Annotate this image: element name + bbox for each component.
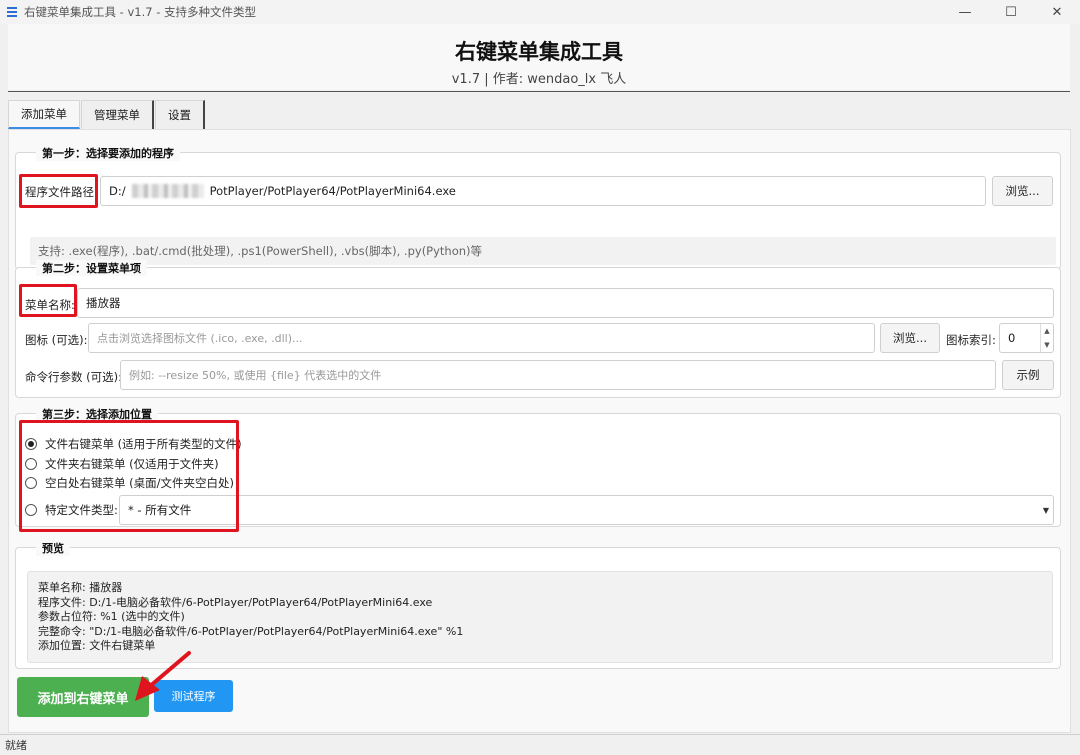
preview-line: 菜单名称: 播放器 xyxy=(38,581,123,594)
tab-add-menu[interactable]: 添加菜单 xyxy=(8,100,80,129)
example-button[interactable]: 示例 xyxy=(1002,360,1054,390)
title-bar: 右键菜单集成工具 - v1.7 - 支持多种文件类型 — ☐ ✕ xyxy=(0,0,1080,24)
file-type-select[interactable]: * - 所有文件 ▼ xyxy=(119,495,1054,525)
stepper-arrows[interactable]: ▲ ▼ xyxy=(1040,324,1053,352)
radio-background-menu-label: 空白处右键菜单 (桌面/文件夹空白处) xyxy=(45,476,235,490)
preview-line: 程序文件: D:/1-电脑必备软件/6-PotPlayer/PotPlayer6… xyxy=(38,595,433,609)
radio-button[interactable] xyxy=(25,458,37,470)
icon-index-stepper[interactable]: 0 ▲ ▼ xyxy=(999,323,1054,353)
radio-button-checked[interactable] xyxy=(25,438,37,450)
radio-specific-type-label: 特定文件类型: xyxy=(45,503,118,517)
radio-background-menu[interactable]: 空白处右键菜单 (桌面/文件夹空白处) xyxy=(25,475,234,491)
page-subtitle: v1.7 | 作者: wendao_lx 飞人 xyxy=(451,72,627,87)
radio-button[interactable] xyxy=(25,504,37,516)
chevron-down-icon[interactable]: ▼ xyxy=(1044,341,1049,349)
app-header: 右键菜单集成工具 v1.7 | 作者: wendao_lx 飞人 xyxy=(8,24,1070,90)
path-prefix: D:/ xyxy=(109,184,126,198)
step2-group: 第二步：设置菜单项 菜单名称: 播放器 图标 (可选): 点击浏览选择图标文件 … xyxy=(15,260,1061,398)
redacted-path-segment xyxy=(131,184,204,198)
menu-name-label: 菜单名称: xyxy=(25,298,75,312)
tab-bar: 添加菜单 管理菜单 设置 xyxy=(8,100,206,129)
path-label: 程序文件路径: xyxy=(25,185,98,199)
supported-types-hint: 支持: .exe(程序), .bat/.cmd(批处理), .ps1(Power… xyxy=(30,237,1056,265)
chevron-down-icon: ▼ xyxy=(1042,506,1049,515)
minimize-icon: — xyxy=(958,4,972,20)
radio-specific-type[interactable]: 特定文件类型: xyxy=(25,502,118,518)
radio-file-menu[interactable]: 文件右键菜单 (适用于所有类型的文件) xyxy=(25,436,242,452)
icon-path-input[interactable]: 点击浏览选择图标文件 (.ico, .exe, .dll)... xyxy=(88,323,875,353)
add-to-context-menu-button[interactable]: 添加到右键菜单 xyxy=(17,677,149,717)
window-title: 右键菜单集成工具 - v1.7 - 支持多种文件类型 xyxy=(24,5,257,19)
status-text: 就绪 xyxy=(5,739,27,752)
menu-icon xyxy=(7,7,17,17)
tab-settings[interactable]: 设置 xyxy=(155,100,205,129)
preview-line: 添加位置: 文件右键菜单 xyxy=(38,639,156,652)
args-label: 命令行参数 (可选): xyxy=(25,370,123,384)
chevron-up-icon[interactable]: ▲ xyxy=(1044,327,1049,335)
close-icon: ✕ xyxy=(1051,4,1063,20)
path-input[interactable]: D:/ PotPlayer/PotPlayer64/PotPlayerMini6… xyxy=(100,176,986,206)
close-button[interactable]: ✕ xyxy=(1034,0,1080,24)
minimize-button[interactable]: — xyxy=(942,0,988,24)
browse-icon-button[interactable]: 浏览... xyxy=(880,323,940,353)
step3-legend: 第三步：选择添加位置 xyxy=(36,406,158,422)
preview-line: 参数占位符: %1 (选中的文件) xyxy=(38,610,185,623)
path-suffix: PotPlayer/PotPlayer64/PotPlayerMini64.ex… xyxy=(209,184,456,198)
icon-label: 图标 (可选): xyxy=(25,333,88,347)
args-input[interactable]: 例如: --resize 50%, 或使用 {file} 代表选中的文件 xyxy=(120,360,996,390)
maximize-button[interactable]: ☐ xyxy=(988,0,1034,24)
step1-legend: 第一步：选择要添加的程序 xyxy=(36,145,180,161)
step1-group: 第一步：选择要添加的程序 程序文件路径: D:/ PotPlayer/PotPl… xyxy=(15,145,1061,270)
preview-legend: 预览 xyxy=(36,540,70,556)
header-divider xyxy=(8,91,1070,92)
preview-group: 预览 菜单名称: 播放器 程序文件: D:/1-电脑必备软件/6-PotPlay… xyxy=(15,540,1061,669)
icon-index-label: 图标索引: xyxy=(946,333,996,347)
page-title: 右键菜单集成工具 xyxy=(455,40,623,64)
radio-file-menu-label: 文件右键菜单 (适用于所有类型的文件) xyxy=(45,437,242,451)
step3-group: 第三步：选择添加位置 文件右键菜单 (适用于所有类型的文件) 文件夹右键菜单 (… xyxy=(15,406,1061,527)
preview-line: 完整命令: "D:/1-电脑必备软件/6-PotPlayer/PotPlayer… xyxy=(38,624,464,638)
preview-text: 菜单名称: 播放器 程序文件: D:/1-电脑必备软件/6-PotPlayer/… xyxy=(27,571,1053,663)
icon-index-value: 0 xyxy=(1008,331,1016,345)
tab-manage-menu[interactable]: 管理菜单 xyxy=(81,100,154,129)
status-bar: 就绪 xyxy=(0,734,1080,755)
radio-folder-menu[interactable]: 文件夹右键菜单 (仅适用于文件夹) xyxy=(25,456,219,472)
browse-program-button[interactable]: 浏览... xyxy=(992,176,1053,206)
test-program-button[interactable]: 测试程序 xyxy=(154,680,233,712)
maximize-icon: ☐ xyxy=(1005,4,1017,20)
tab-content: 第一步：选择要添加的程序 程序文件路径: D:/ PotPlayer/PotPl… xyxy=(8,129,1071,733)
file-type-value: * - 所有文件 xyxy=(128,503,192,517)
radio-folder-menu-label: 文件夹右键菜单 (仅适用于文件夹) xyxy=(45,457,219,471)
menu-name-input[interactable]: 播放器 xyxy=(77,288,1054,318)
radio-button[interactable] xyxy=(25,477,37,489)
step2-legend: 第二步：设置菜单项 xyxy=(36,260,147,276)
